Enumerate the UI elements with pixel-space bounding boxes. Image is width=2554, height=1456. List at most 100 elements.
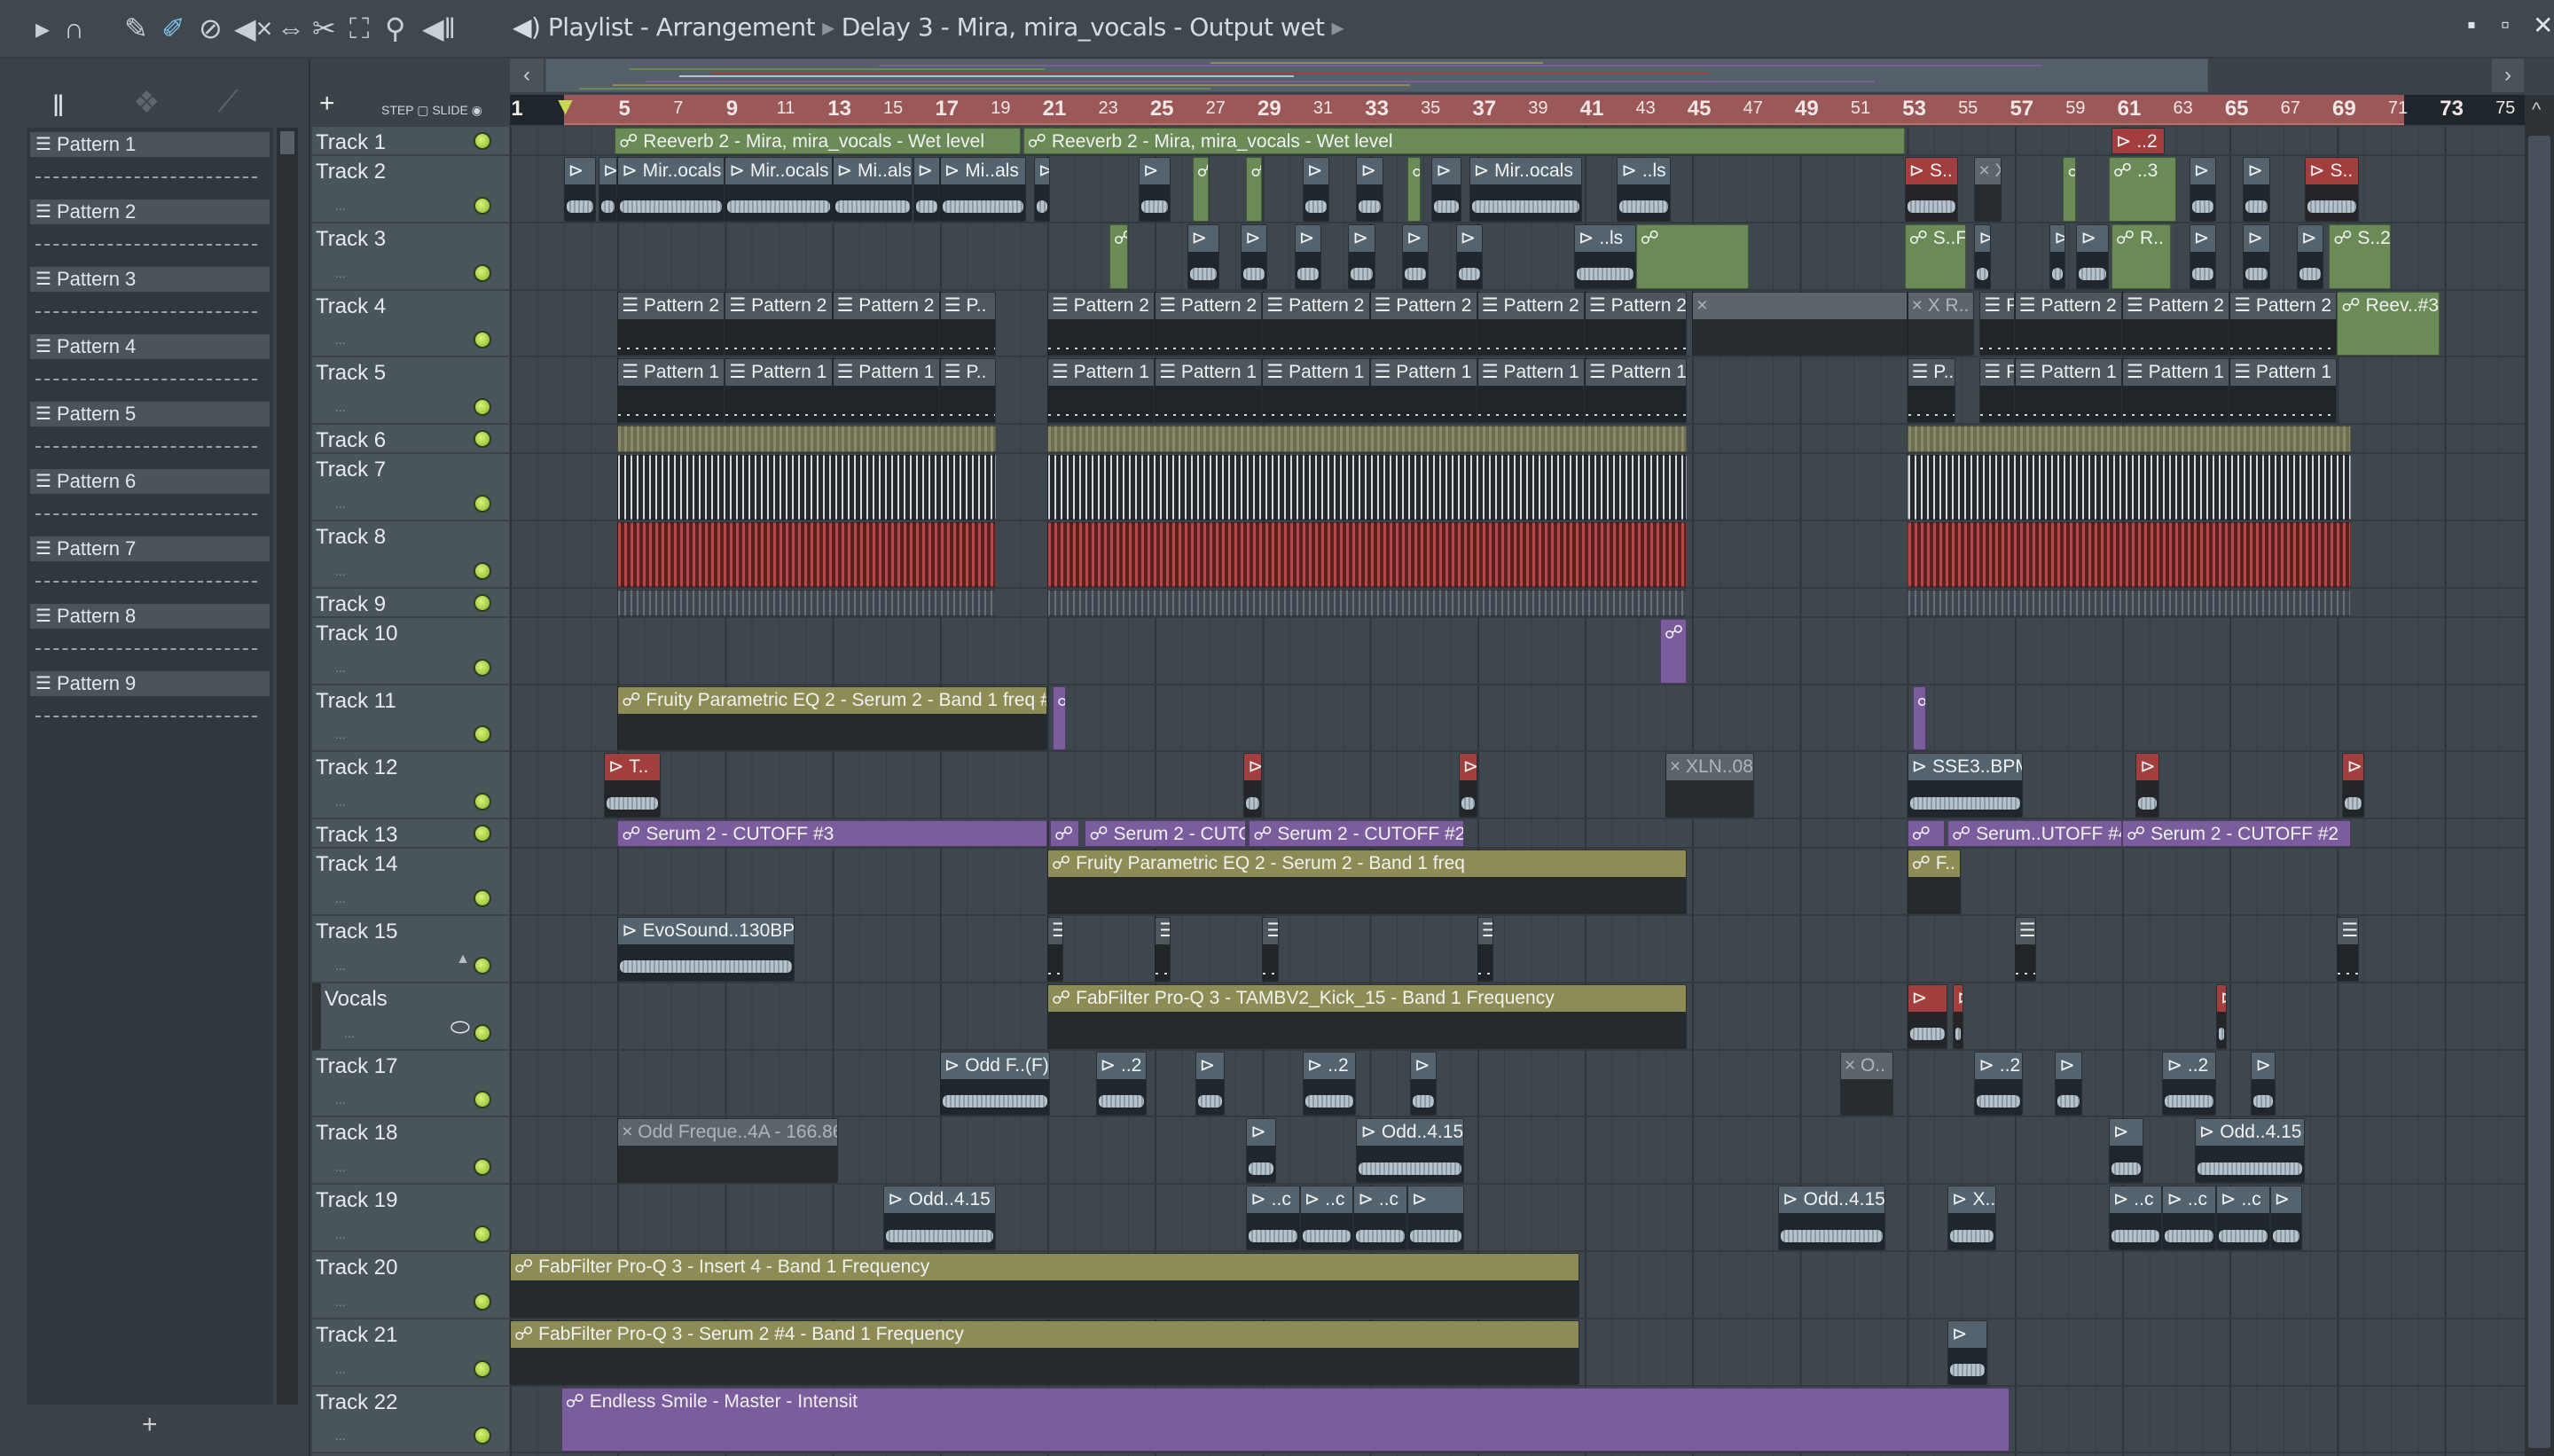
clip-olive[interactable]: ☍ Fruity Parametric EQ 2 - Serum 2 - Ban… <box>1047 849 1688 914</box>
clip-header[interactable]: × Odd Freque..4A - 166.86 <box>618 1119 837 1147</box>
clip-red[interactable]: ⊳ <box>2216 983 2228 1049</box>
track-enable-led[interactable] <box>474 1427 491 1445</box>
clip-pattern[interactable]: ☰ Pattern 1 <box>832 358 940 424</box>
clip-audio[interactable]: ⊳ ..2 <box>1974 1051 2023 1116</box>
clip-header[interactable]: ⊳ ..2 <box>2163 1052 2216 1079</box>
zoom-icon[interactable]: ⚲ <box>385 12 405 44</box>
track-name[interactable]: Track 15 <box>316 920 397 944</box>
clip-header[interactable]: ☰ P.. <box>940 292 996 319</box>
clip-header[interactable]: ⊳ Odd F..(F) <box>940 1052 1050 1079</box>
clip-audio[interactable]: ⊳ Odd F..(F) <box>939 1051 1051 1116</box>
clip-purple[interactable]: ☍ <box>1659 618 1688 684</box>
pattern-item[interactable]: ☰ Pattern 2 <box>30 200 270 267</box>
clip-stripered[interactable] <box>617 522 997 587</box>
clip-yellow[interactable] <box>617 426 997 453</box>
clip-header[interactable]: × O.. <box>1840 1052 1893 1079</box>
track-enable-led[interactable] <box>474 398 491 417</box>
clip-audio[interactable]: ⊳ ..c <box>1299 1186 1354 1250</box>
clip-header[interactable]: ☰ Pattern 2 <box>1048 292 1155 319</box>
clip-audio[interactable]: ⊳ <box>2251 1051 2276 1116</box>
clip-header[interactable]: ☍ <box>1408 158 1420 184</box>
clip-header[interactable]: ☰ Pattern 2 <box>1586 292 1687 319</box>
clip-header[interactable]: ☰ <box>1263 918 1278 944</box>
clip-header[interactable]: ⊳ <box>2077 224 2108 252</box>
clip-header[interactable]: ⊳ ..2 <box>2111 129 2165 153</box>
clip-audio[interactable]: ⊳ Mir..ocals <box>617 157 725 222</box>
clip-header[interactable]: ☍ Fruity Parametric EQ 2 - Serum 2 - Ban… <box>1048 850 1687 878</box>
clip-header[interactable]: ⊳ ..ls <box>1574 224 1635 252</box>
clip-audio[interactable]: ⊳ <box>2076 223 2109 289</box>
clip-pattern[interactable]: ☰ Pattern 1 <box>1369 358 1477 424</box>
track-enable-led[interactable] <box>474 593 491 612</box>
maximize-button[interactable]: ▫ <box>2501 11 2510 39</box>
clip-audio[interactable]: ⊳ <box>598 157 618 222</box>
clip-pattern[interactable]: ☰ Pattern 2 <box>2122 291 2230 356</box>
track-header[interactable]: Track 5... <box>312 357 509 426</box>
clip-header[interactable]: ☍ <box>1051 821 1079 847</box>
clip-green[interactable]: ☍ <box>1109 223 1128 289</box>
track-header[interactable]: Track 8... <box>312 521 509 589</box>
clip-header[interactable]: ☰ Pattern 2 <box>2015 292 2121 319</box>
speaker-icon[interactable]: ◀) <box>513 12 541 42</box>
waveform-icon[interactable]: ❖ <box>133 85 160 121</box>
track-name[interactable]: Track 3 <box>316 227 386 252</box>
clip-header[interactable]: ⊳ <box>1195 1052 1224 1079</box>
clip-pattern[interactable]: ☰ Pattern 2 <box>1262 291 1370 356</box>
clip-yellow[interactable] <box>1907 426 2351 453</box>
clip-stripe[interactable] <box>617 455 997 520</box>
track-name[interactable]: Track 14 <box>316 852 397 877</box>
clip-header[interactable]: ⊳ <box>1975 224 1990 252</box>
clip-header[interactable]: ☰ Pattern 2 <box>833 292 939 319</box>
clip-header[interactable]: ⊳ <box>1034 158 1050 184</box>
clip-header[interactable]: ⊳ <box>2297 224 2323 252</box>
clip-grey[interactable]: × X R.. <box>1907 291 1975 356</box>
track-header[interactable]: Track 7... <box>312 454 509 521</box>
clip-pattern[interactable]: ☰ <box>2014 917 2037 982</box>
clip-header[interactable]: ⊳ <box>2190 158 2216 184</box>
pattern-item[interactable]: ☰ Pattern 1 <box>30 132 270 200</box>
track-name[interactable]: Track 5 <box>316 361 386 386</box>
clip-grey[interactable]: × O.. <box>1839 1051 1894 1116</box>
clip-audio[interactable]: ⊳ ..c <box>2216 1186 2270 1250</box>
track-enable-led[interactable] <box>474 1225 491 1243</box>
clip-header[interactable]: ☰ Pattern 2 <box>2230 292 2337 319</box>
clip-audio[interactable]: ⊳ Mir..ocals <box>725 157 833 222</box>
track-header[interactable]: Track 9 <box>312 588 509 618</box>
clip-grey[interactable]: × X <box>1974 157 2002 222</box>
clip-stripered[interactable] <box>1907 522 2351 587</box>
clip-header[interactable]: ☰ Pattern 2 <box>1370 292 1477 319</box>
clip-purple[interactable]: ☍ Serum 2 - CUTOFF #2 <box>2122 820 2351 848</box>
track-options-dots[interactable]: ... <box>335 727 346 741</box>
clip-header[interactable]: ☍ <box>1637 225 1748 252</box>
clip-audio[interactable]: ⊳ <box>563 157 596 222</box>
track-header[interactable]: Track 17... <box>312 1050 509 1118</box>
clip-pattern[interactable]: ☰ P.. <box>1907 358 1956 424</box>
clip-header[interactable]: ☰ Pattern 2 <box>2123 292 2229 319</box>
track-name[interactable]: Track 21 <box>316 1323 397 1348</box>
clip-header[interactable]: ⊳ <box>1432 158 1461 184</box>
clip-audio[interactable]: ⊳ ..c <box>2162 1186 2217 1250</box>
clip-green[interactable]: ☍ Reeverb 2 - Mira, mira_vocals - Wet le… <box>1022 128 1905 154</box>
track-name[interactable]: Track 18 <box>316 1121 397 1146</box>
clip-green[interactable]: ☍ Reev..#3 <box>2337 291 2440 356</box>
track-header[interactable]: Track 4... <box>312 290 509 358</box>
clip-header[interactable]: ⊳ <box>1242 224 1267 252</box>
pattern-header[interactable]: ☰ Pattern 6 <box>30 469 270 494</box>
clip-header[interactable]: ⊳ ..2 <box>1975 1052 2022 1079</box>
clip-header[interactable]: ⊳ <box>2056 1052 2081 1079</box>
scroll-right-button[interactable]: › <box>2492 59 2524 92</box>
pattern-header[interactable]: ☰ Pattern 5 <box>30 402 270 427</box>
track-enable-led[interactable] <box>474 430 491 449</box>
clip-green[interactable]: ☍ <box>2063 157 2077 222</box>
clip-audio[interactable]: ⊳ <box>1246 1118 1276 1184</box>
arrangement-overview[interactable] <box>545 59 2208 92</box>
clip-audio[interactable]: ⊳ <box>1302 157 1330 222</box>
clip-audio[interactable]: ⊳ <box>2243 157 2270 222</box>
clip-red[interactable]: ⊳ <box>1953 983 1964 1049</box>
track-options-dots[interactable]: ... <box>335 959 346 973</box>
clip-olive[interactable]: ☍ FabFilter Pro-Q 3 - TAMBV2_Kick_15 - B… <box>1047 983 1688 1049</box>
clip-pattern[interactable]: ☰ P.. <box>1979 291 2015 356</box>
collapse-arrow-icon[interactable]: ▲ <box>456 951 470 967</box>
clip-pattern[interactable]: ☰ Pattern 1 <box>617 358 725 424</box>
clip-header[interactable]: ⊳ EvoSound..130BPM <box>618 918 795 944</box>
